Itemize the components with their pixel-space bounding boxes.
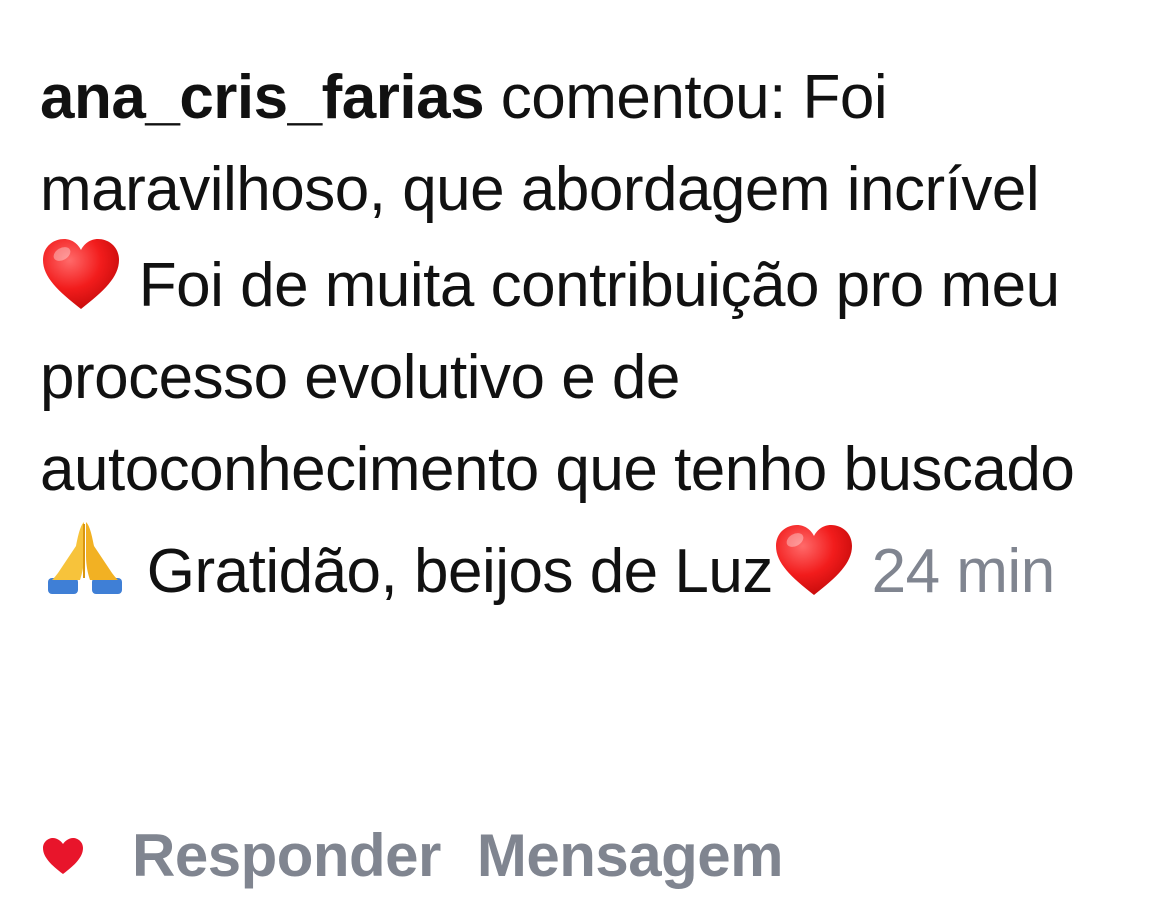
folded-hands-emoji-icon: [40, 516, 130, 598]
comment-text-part-3: Gratidão, beijos de Luz: [146, 537, 774, 606]
red-heart-emoji-icon: [40, 236, 122, 312]
red-heart-emoji-icon: [773, 522, 855, 598]
comment-verb: comentou:: [500, 63, 787, 132]
comment-username[interactable]: ana_cris_farias: [40, 63, 485, 132]
comment-text-part-2: Foi de muita contribuição pro meu proces…: [40, 251, 1075, 504]
reply-button[interactable]: Responder: [132, 821, 441, 890]
comment-actions: Responder Mensagem: [38, 820, 784, 890]
like-button[interactable]: [38, 830, 88, 880]
comment-timestamp: 24 min: [871, 537, 1056, 606]
heart-icon: [41, 821, 85, 890]
message-button[interactable]: Mensagem: [477, 821, 784, 890]
comment-body: ana_cris_farias comentou: Foi maravilhos…: [40, 52, 1120, 618]
